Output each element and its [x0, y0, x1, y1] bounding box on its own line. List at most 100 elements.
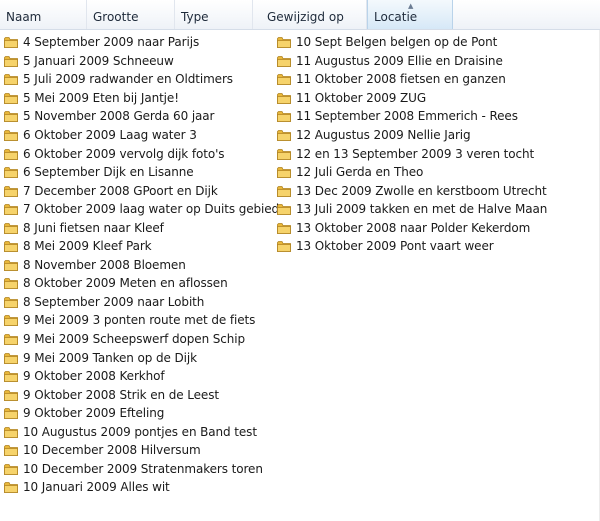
folder-item[interactable]: 7 December 2008 GPoort en Dijk — [4, 181, 279, 200]
folder-icon — [4, 352, 18, 364]
folder-name: 9 Oktober 2008 Kerkhof — [23, 369, 165, 384]
folder-icon — [4, 370, 18, 383]
column-header-bar: Naam Grootte Type Gewijzigd op ▲ Locatie — [0, 0, 600, 30]
folder-item[interactable]: 12 Augustus 2009 Nellie Jarig — [277, 126, 547, 145]
folder-item[interactable]: 9 Oktober 2008 Kerkhof — [4, 367, 279, 386]
folder-icon — [4, 36, 18, 49]
folder-item[interactable]: 11 Oktober 2009 ZUG — [277, 89, 547, 108]
folder-item[interactable]: 6 September Dijk en Lisanne — [4, 163, 279, 182]
folder-name: 9 Mei 2009 3 ponten route met de fiets — [23, 313, 256, 328]
folder-item[interactable]: 13 Dec 2009 Zwolle en kerstboom Utrecht — [277, 181, 547, 200]
folder-icon — [277, 240, 291, 253]
folder-icon — [277, 185, 291, 197]
folder-list-column-2: 10 Sept Belgen belgen op de Pont 11 Augus… — [277, 33, 547, 256]
folder-item[interactable]: 6 Oktober 2009 vervolg dijk foto's — [4, 144, 279, 163]
folder-item[interactable]: 12 Juli Gerda en Theo — [277, 163, 547, 182]
folder-name: 11 September 2008 Emmerich - Rees — [296, 109, 518, 124]
folder-item[interactable]: 10 Januari 2009 Alles wit — [4, 478, 279, 497]
folder-item[interactable]: 8 September 2009 naar Lobith — [4, 293, 279, 312]
folder-item[interactable]: 12 en 13 September 2009 3 veren tocht — [277, 144, 547, 163]
folder-name: 10 December 2008 Hilversum — [23, 443, 201, 458]
folder-icon — [4, 92, 18, 104]
folder-item[interactable]: 8 Mei 2009 Kleef Park — [4, 237, 279, 256]
folder-name: 12 Augustus 2009 Nellie Jarig — [296, 128, 471, 142]
folder-icon — [4, 389, 18, 401]
folder-icon — [277, 55, 291, 67]
folder-item[interactable]: 10 December 2008 Hilversum — [4, 441, 279, 460]
folder-icon — [277, 73, 291, 86]
folder-item[interactable]: 9 Oktober 2009 Efteling — [4, 404, 279, 423]
folder-icon — [4, 277, 18, 290]
folder-item[interactable]: 9 Mei 2009 Tanken op de Dijk — [4, 348, 279, 367]
folder-name: 9 Oktober 2009 Efteling — [23, 406, 165, 421]
folder-item[interactable]: 10 December 2009 Stratenmakers toren — [4, 460, 279, 479]
folder-icon — [4, 296, 18, 308]
folder-name: 9 Mei 2009 Tanken op de Dijk — [23, 350, 197, 365]
folder-item[interactable]: 8 November 2008 Bloemen — [4, 256, 279, 275]
folder-name: 7 Oktober 2009 laag water op Duits gebie… — [23, 202, 280, 217]
column-header-gewijzigd-op[interactable]: Gewijzigd op — [261, 0, 367, 29]
folder-item[interactable]: 8 Oktober 2009 Meten en aflossen — [4, 274, 279, 293]
folder-item[interactable]: 5 Januari 2009 Schneeuw — [4, 52, 279, 71]
folder-name: 8 Mei 2009 Kleef Park — [23, 239, 152, 254]
folder-icon — [4, 110, 18, 123]
folder-name: 6 September Dijk en Lisanne — [23, 165, 194, 180]
folder-name: 8 Oktober 2009 Meten en aflossen — [23, 276, 228, 291]
folder-name: 10 Augustus 2009 pontjes en Band test — [23, 424, 257, 439]
folder-icon — [277, 222, 291, 234]
column-header-type[interactable]: Type — [175, 0, 253, 29]
folder-item[interactable]: 6 Oktober 2009 Laag water 3 — [4, 126, 279, 145]
folder-item[interactable]: 13 Oktober 2008 naar Polder Kekerdom — [277, 218, 547, 237]
folder-item[interactable]: 5 Juli 2009 radwander en Oldtimers — [4, 70, 279, 89]
folder-icon — [277, 203, 291, 216]
folder-list-column-1: 4 September 2009 naar Parijs 5 Januari 20… — [4, 33, 279, 497]
folder-name: 5 November 2008 Gerda 60 jaar — [23, 109, 215, 124]
folder-item[interactable]: 8 Juni fietsen naar Kleef — [4, 218, 279, 237]
folder-name: 10 Sept Belgen belgen op de Pont — [296, 35, 498, 50]
folder-icon — [4, 463, 18, 475]
folder-icon — [277, 166, 291, 178]
folder-item[interactable]: 11 September 2008 Emmerich - Rees — [277, 107, 547, 126]
folder-name: 5 Juli 2009 radwander en Oldtimers — [23, 72, 233, 87]
folder-item[interactable]: 10 Sept Belgen belgen op de Pont — [277, 33, 547, 52]
column-header-label: Grootte — [93, 10, 139, 24]
folder-item[interactable]: 5 Mei 2009 Eten bij Jantje! — [4, 89, 279, 108]
folder-icon — [4, 203, 18, 216]
folder-item[interactable]: 9 Mei 2009 3 ponten route met de fiets — [4, 311, 279, 330]
folder-icon — [4, 259, 18, 271]
folder-icon — [4, 240, 18, 253]
folder-item[interactable]: 13 Oktober 2009 Pont vaart weer — [277, 237, 547, 256]
folder-name: 13 Dec 2009 Zwolle en kerstboom Utrecht — [296, 183, 547, 198]
folder-icon — [4, 166, 18, 178]
folder-item[interactable]: 5 November 2008 Gerda 60 jaar — [4, 107, 279, 126]
folder-name: 5 Januari 2009 Schneeuw — [23, 53, 174, 68]
column-header-locatie[interactable]: ▲ Locatie — [367, 0, 453, 29]
column-header-label: Naam — [6, 10, 42, 24]
folder-name: 10 Januari 2009 Alles wit — [23, 480, 170, 495]
folder-name: 10 December 2009 Stratenmakers toren — [23, 461, 263, 476]
column-header-label: Locatie — [374, 10, 418, 24]
column-header-naam[interactable]: Naam — [0, 0, 87, 29]
folder-name: 4 September 2009 naar Parijs — [23, 35, 200, 50]
folder-icon — [4, 55, 18, 67]
folder-item[interactable]: 11 Oktober 2008 fietsen en ganzen — [277, 70, 547, 89]
folder-name: 11 Augustus 2009 Ellie en Draisine — [296, 53, 503, 68]
folder-name: 8 Juni fietsen naar Kleef — [23, 220, 164, 235]
folder-name: 6 Oktober 2009 Laag water 3 — [23, 128, 197, 142]
column-header-grootte[interactable]: Grootte — [87, 0, 175, 29]
folder-name: 5 Mei 2009 Eten bij Jantje! — [23, 90, 179, 105]
folder-icon — [277, 110, 291, 123]
folder-item[interactable]: 11 Augustus 2009 Ellie en Draisine — [277, 52, 547, 71]
folder-icon — [4, 426, 18, 438]
folder-item[interactable]: 7 Oktober 2009 laag water op Duits gebie… — [4, 200, 279, 219]
folder-item[interactable]: 9 Oktober 2008 Strik en de Leest — [4, 385, 279, 404]
folder-name: 7 December 2008 GPoort en Dijk — [23, 183, 218, 198]
folder-name: 13 Oktober 2009 Pont vaart weer — [296, 239, 494, 254]
folder-item[interactable]: 10 Augustus 2009 pontjes en Band test — [4, 422, 279, 441]
folder-item[interactable]: 9 Mei 2009 Scheepswerf dopen Schip — [4, 330, 279, 349]
folder-item[interactable]: 13 Juli 2009 takken en met de Halve Maan — [277, 200, 547, 219]
folder-icon — [4, 314, 18, 327]
folder-name: 13 Juli 2009 takken en met de Halve Maan — [296, 202, 548, 217]
folder-item[interactable]: 4 September 2009 naar Parijs — [4, 33, 279, 52]
column-header-label: Gewijzigd op — [267, 10, 344, 24]
